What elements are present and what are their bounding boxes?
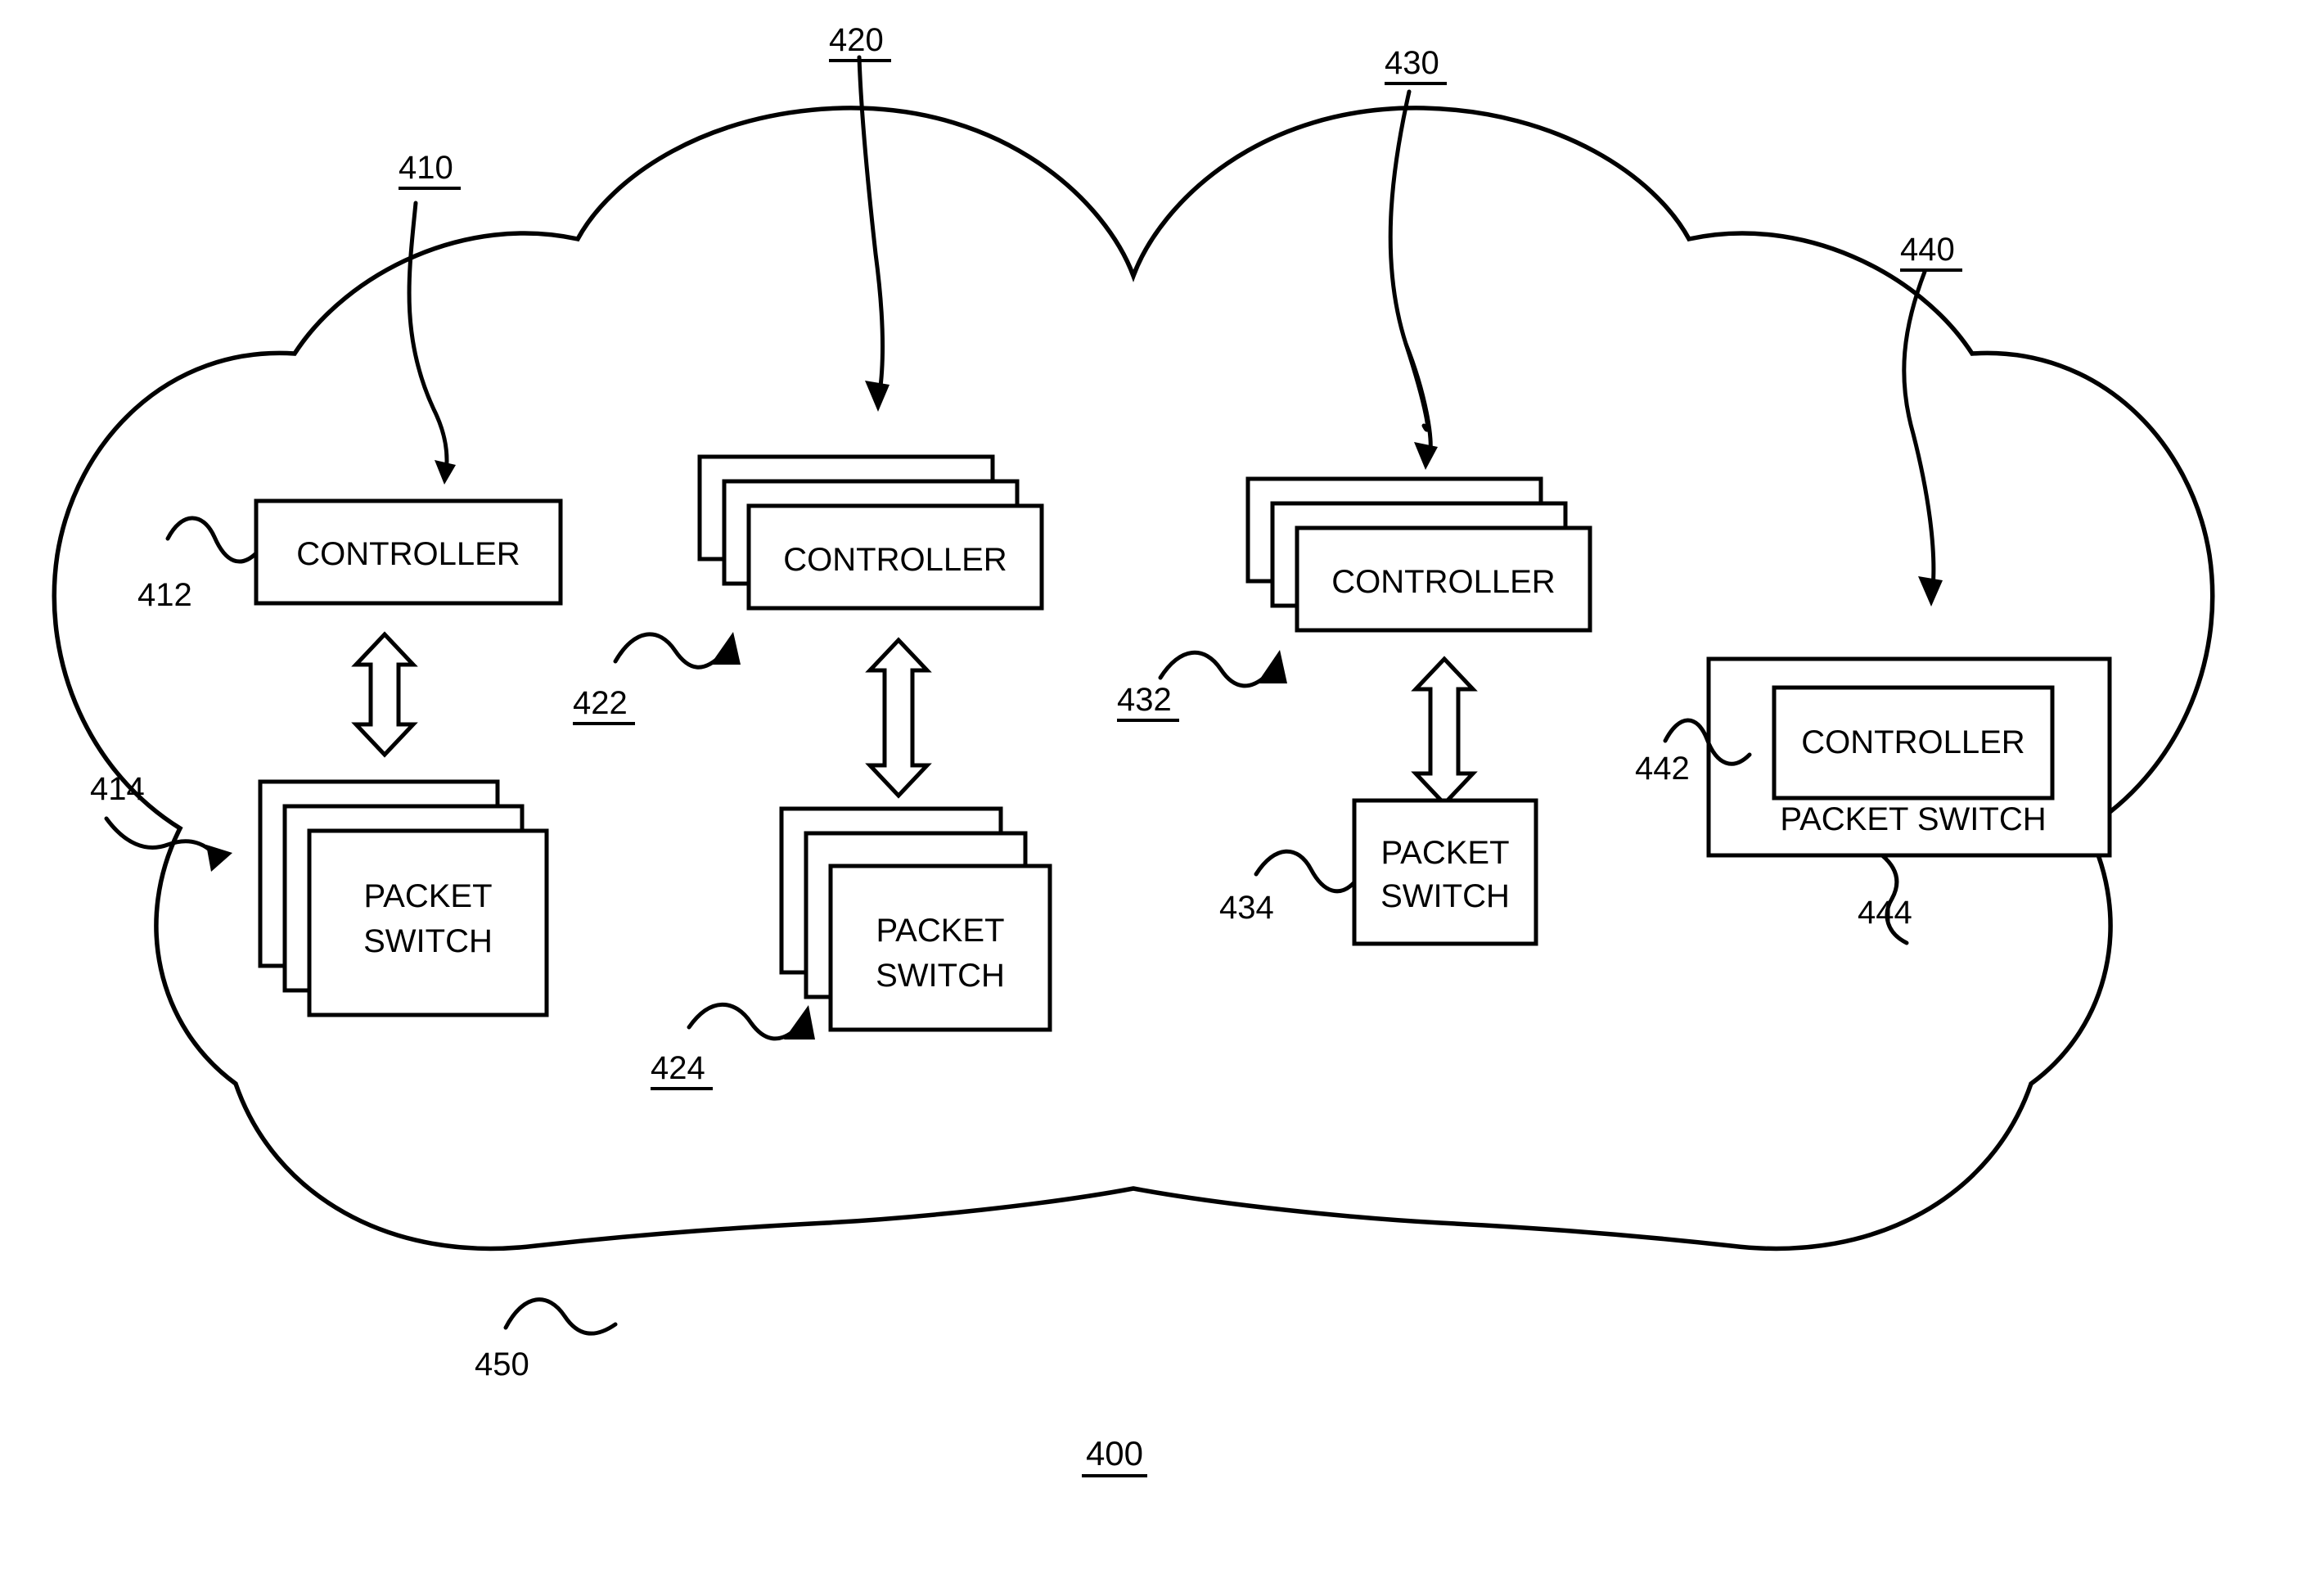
packet-switch-label-444: PACKET SWITCH <box>1780 801 2046 837</box>
ref-422-text: 422 <box>573 685 628 721</box>
switch-label-434: SWITCH <box>1380 878 1510 914</box>
packet-label-424: PACKET <box>876 913 1004 949</box>
combined-node-440[interactable]: CONTROLLER PACKET SWITCH <box>1706 656 2112 858</box>
packet-label-414: PACKET <box>363 878 492 914</box>
ref-444-text: 444 <box>1858 895 1912 931</box>
ref-444: 444 <box>1858 895 1912 931</box>
packet-switch-stack-414[interactable]: PACKET SWITCH <box>258 779 549 1017</box>
ref-412: 412 <box>137 577 192 613</box>
controller-label-442: CONTROLLER <box>1801 724 2024 760</box>
ref-432-text: 432 <box>1117 682 1172 718</box>
ref-440: 440 <box>1900 232 1962 272</box>
switch-label-414: SWITCH <box>363 923 493 959</box>
controller-stack-432[interactable]: CONTROLLER <box>1245 476 1592 633</box>
switch-label-424: SWITCH <box>876 958 1005 994</box>
ref-420-text: 420 <box>829 22 884 58</box>
controller-label-422: CONTROLLER <box>783 542 1007 578</box>
ref-442: 442 <box>1635 751 1690 787</box>
ref-440-text: 440 <box>1900 232 1955 268</box>
controller-label-432: CONTROLLER <box>1331 564 1555 600</box>
ref-424-text: 424 <box>651 1050 705 1086</box>
ref-410-text: 410 <box>399 150 453 186</box>
ref-422: 422 <box>573 685 635 725</box>
ref-410: 410 <box>399 150 461 190</box>
patent-figure-400: CONTROLLER PACKET SWITCH CONTROLLER PACK… <box>0 0 2324 1592</box>
ref-424: 424 <box>651 1050 713 1090</box>
figure-number-text: 400 <box>1086 1434 1143 1472</box>
packet-label-434: PACKET <box>1380 835 1509 871</box>
controller-label-412: CONTROLLER <box>296 536 520 572</box>
ref-414: 414 <box>90 771 145 807</box>
ref-434-text: 434 <box>1219 890 1274 926</box>
packet-switch-box-434[interactable]: PACKET SWITCH <box>1352 798 1538 946</box>
figure-number-400: 400 <box>1082 1434 1147 1477</box>
controller-box-412[interactable]: CONTROLLER <box>254 498 563 606</box>
packet-switch-stack-424[interactable]: PACKET SWITCH <box>779 806 1052 1032</box>
ref-450: 450 <box>475 1346 529 1382</box>
ref-420: 420 <box>829 22 891 62</box>
ref-412-text: 412 <box>137 577 192 613</box>
ref-434: 434 <box>1219 890 1274 926</box>
ref-430-text: 430 <box>1385 45 1439 81</box>
ref-442-text: 442 <box>1635 751 1690 787</box>
ref-432: 432 <box>1117 682 1179 722</box>
ref-414-text: 414 <box>90 771 145 807</box>
controller-stack-422[interactable]: CONTROLLER <box>697 454 1044 611</box>
ref-450-text: 450 <box>475 1346 529 1382</box>
ref-430: 430 <box>1385 45 1447 85</box>
